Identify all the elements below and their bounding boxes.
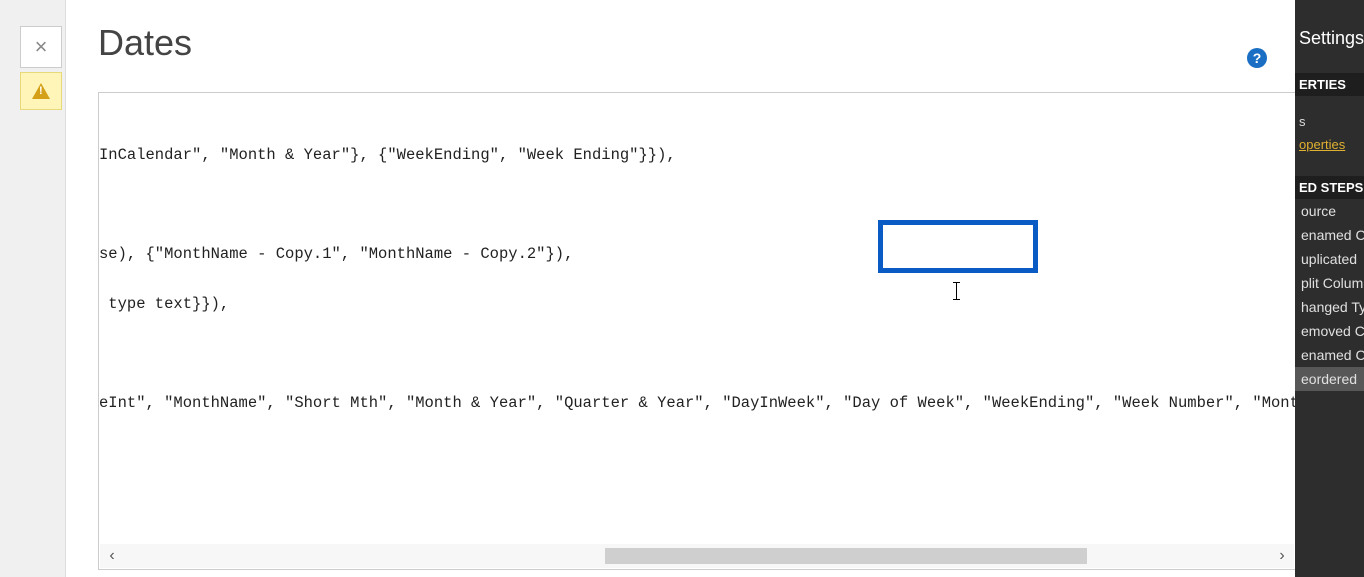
- applied-step[interactable]: enamed C: [1295, 223, 1364, 247]
- scroll-track[interactable]: [124, 544, 1270, 568]
- properties-link-text: operties: [1299, 137, 1345, 152]
- applied-step[interactable]: ource: [1295, 199, 1364, 223]
- name-value: s: [1299, 114, 1306, 129]
- left-pane: ×: [0, 0, 65, 577]
- all-properties-link[interactable]: operties: [1295, 133, 1364, 156]
- query-settings-panel: Settings ERTIES s operties ED STEPS ourc…: [1295, 0, 1364, 577]
- help-icon[interactable]: ?: [1247, 48, 1267, 68]
- applied-step[interactable]: enamed C: [1295, 343, 1364, 367]
- warning-icon: [32, 83, 50, 99]
- code-line: [99, 192, 1295, 217]
- help-icon-glyph: ?: [1253, 50, 1262, 66]
- applied-step[interactable]: plit Colum: [1295, 271, 1364, 295]
- name-row: s: [1295, 96, 1364, 133]
- code-content[interactable]: InCalendar", "Month & Year"}, {"WeekEndi…: [99, 93, 1295, 545]
- code-line: [99, 341, 1295, 366]
- applied-step[interactable]: uplicated: [1295, 247, 1364, 271]
- horizontal-scrollbar[interactable]: ‹ ›: [100, 544, 1294, 568]
- properties-section-header: ERTIES: [1295, 73, 1364, 96]
- panel-title: Settings: [1295, 0, 1364, 49]
- dialog-title: Dates: [66, 0, 1295, 64]
- warning-tab[interactable]: [20, 72, 62, 110]
- applied-step[interactable]: eordered: [1295, 367, 1364, 391]
- code-editor[interactable]: InCalendar", "Month & Year"}, {"WeekEndi…: [98, 92, 1296, 570]
- scroll-right-arrow[interactable]: ›: [1270, 544, 1294, 568]
- close-icon: ×: [35, 34, 48, 60]
- code-line: type text}}),: [99, 292, 1295, 317]
- scroll-left-arrow[interactable]: ‹: [100, 544, 124, 568]
- scroll-thumb[interactable]: [605, 548, 1086, 564]
- code-line: InCalendar", "Month & Year"}, {"WeekEndi…: [99, 143, 1295, 168]
- applied-steps-section-header: ED STEPS: [1295, 176, 1364, 199]
- chevron-left-icon: ‹: [109, 547, 114, 565]
- applied-step[interactable]: emoved C: [1295, 319, 1364, 343]
- code-line: eInt", "MonthName", "Short Mth", "Month …: [99, 391, 1295, 416]
- advanced-editor-dialog: Dates ? InCalendar", "Month & Year"}, {"…: [65, 0, 1295, 577]
- applied-step[interactable]: hanged Ty: [1295, 295, 1364, 319]
- code-line: se), {"MonthName - Copy.1", "MonthName -…: [99, 242, 1295, 267]
- text-cursor-icon: [956, 282, 957, 300]
- chevron-right-icon: ›: [1279, 547, 1284, 565]
- close-button[interactable]: ×: [20, 26, 62, 68]
